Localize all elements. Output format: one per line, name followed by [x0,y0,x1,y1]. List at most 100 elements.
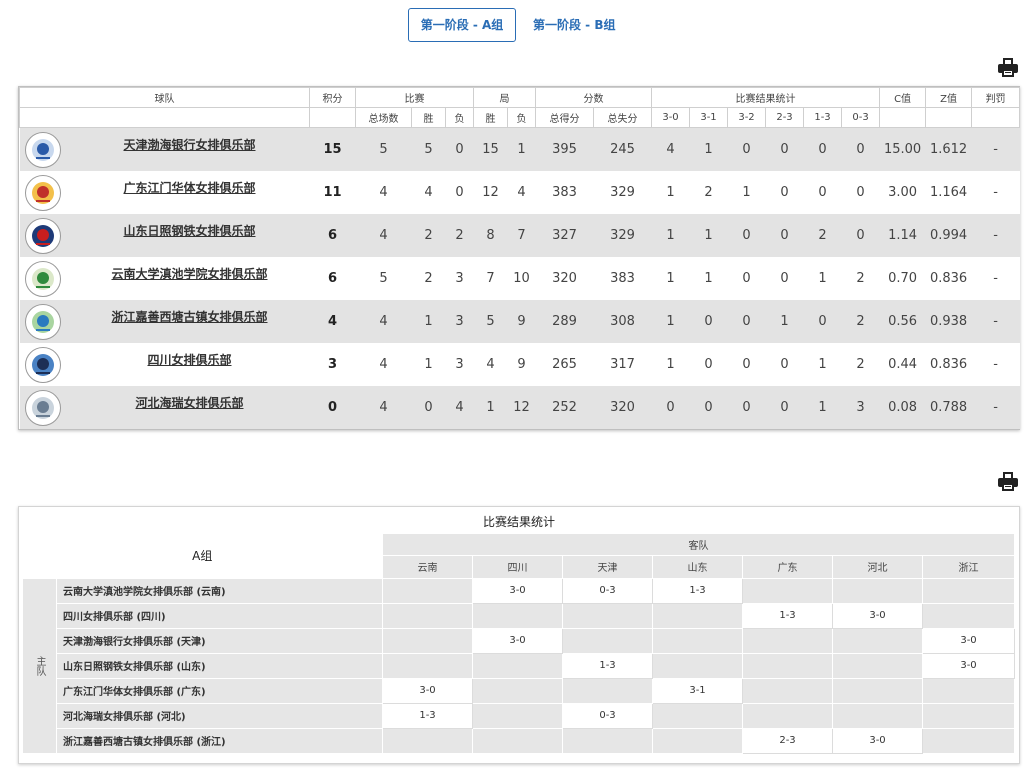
team-cell: 河北海瑞女排俱乐部 [19,386,310,429]
team-name-link[interactable]: 山东日照钢铁女排俱乐部 [70,222,310,239]
matrix-result-cell: 1-3 [652,577,743,604]
stat-r31: 0 [689,300,728,343]
stat-played: 5 [355,257,412,300]
stat-r23: 1 [765,300,804,343]
matrix-result-cell: 3-0 [922,652,1015,679]
stat-r03: 0 [841,127,880,171]
stat-r03: 0 [841,214,880,257]
matrix-row-label: 天津渤海银行女排俱乐部 (天津) [56,627,383,654]
stat-pf: 383 [535,171,594,214]
stat-r13: 0 [803,300,842,343]
subheader-11: 1-3 [803,107,842,128]
tab-group-b[interactable]: 第一阶段 - B组 [516,8,632,42]
team-name-link[interactable]: 河北海瑞女排俱乐部 [70,394,310,411]
stat-r23: 0 [765,127,804,171]
print-icon[interactable] [998,472,1018,492]
stage-tabs: 第一阶段 - A组 第一阶段 - B组 [408,8,632,42]
matrix-result-cell [742,577,833,604]
stat-sl: 9 [507,300,536,343]
stat-pa: 329 [593,214,652,257]
subheader-1: 胜 [411,107,446,128]
subheader-blank [19,107,310,128]
stat-r32: 0 [727,214,766,257]
stat-r32: 0 [727,386,766,429]
stat-sw: 7 [473,257,508,300]
matrix-result-cell: 3-0 [472,627,563,654]
stat-w: 1 [411,300,446,343]
stat-r31: 2 [689,171,728,214]
stat-r13: 0 [803,127,842,171]
subheader-12: 0-3 [840,107,881,128]
matrix-result-cell [832,677,923,704]
team-cell: 山东日照钢铁女排俱乐部 [19,214,310,257]
matrix-away-header: 客队 [382,532,1015,557]
stat-pts: 11 [309,171,356,214]
team-logo-icon [24,175,61,211]
stat-pen: - [971,300,1020,343]
stat-z: 0.788 [925,386,972,429]
matrix-result-cell: 0-3 [562,577,653,604]
stat-z: 0.836 [925,257,972,300]
matrix-result-cell: 3-0 [832,727,923,754]
matrix-row-label: 四川女排俱乐部 (四川) [56,602,383,629]
matrix-result-cell [652,652,743,679]
matrix-result-cell [382,577,473,604]
matrix-col-header: 云南 [382,555,473,579]
stat-r03: 3 [841,386,880,429]
team-cell: 四川女排俱乐部 [19,343,310,386]
stat-played: 4 [355,171,412,214]
stat-z: 1.164 [925,171,972,214]
matrix-result-cell: 3-0 [382,677,473,704]
subheader-blank [309,107,356,128]
stat-pf: 289 [535,300,594,343]
stat-pen: - [971,343,1020,386]
matrix-result-cell [562,727,653,754]
subheader-9: 3-2 [727,107,766,128]
tab-group-a[interactable]: 第一阶段 - A组 [408,8,516,42]
matrix-result-cell [832,702,923,729]
team-logo-icon [24,132,61,168]
stat-w: 5 [411,127,446,171]
stat-played: 4 [355,386,412,429]
matrix-result-cell [742,652,833,679]
matrix-result-cell [652,602,743,629]
stat-c: 0.44 [879,343,926,386]
team-name-link[interactable]: 四川女排俱乐部 [70,351,310,368]
stat-pts: 15 [309,127,356,171]
matrix-result-cell [652,702,743,729]
stat-sl: 9 [507,343,536,386]
matrix-result-cell [742,677,833,704]
subheader-blank [971,107,1021,128]
matrix-col-header: 河北 [832,555,923,579]
header-team: 球队 [19,87,310,108]
print-icon[interactable] [998,58,1018,78]
stat-r30: 1 [651,343,690,386]
stat-r32: 1 [727,171,766,214]
stat-pts: 4 [309,300,356,343]
matrix-row-label: 云南大学滇池学院女排俱乐部 (云南) [56,577,383,604]
team-name-link[interactable]: 浙江嘉善西塘古镇女排俱乐部 [70,308,310,325]
team-logo-icon [24,347,61,383]
subheader-8: 3-1 [689,107,728,128]
subheader-2: 负 [445,107,474,128]
matrix-result-cell [742,627,833,654]
stat-r03: 2 [841,300,880,343]
stat-r30: 4 [651,127,690,171]
header-penalty: 判罚 [971,87,1021,108]
team-cell: 浙江嘉善西塘古镇女排俱乐部 [19,300,310,343]
matrix-row: 主队 云南大学滇池学院女排俱乐部 (云南) 3-0 0-3 1-3 [22,577,1015,754]
matrix-result-cell: 1-3 [742,602,833,629]
stat-sw: 5 [473,300,508,343]
team-name-link[interactable]: 广东江门华体女排俱乐部 [70,179,310,196]
stat-played: 5 [355,127,412,171]
team-name-link[interactable]: 天津渤海银行女排俱乐部 [70,136,310,153]
stat-sl: 4 [507,171,536,214]
stat-z: 0.994 [925,214,972,257]
stat-pen: - [971,214,1020,257]
team-name-link[interactable]: 云南大学滇池学院女排俱乐部 [70,265,310,282]
stat-played: 4 [355,214,412,257]
standings-row: 山东日照钢铁女排俱乐部 6 4 2 2 8 7 327 329 1 1 0 0 2 0 1.14 0.994- [19,214,1020,257]
subheader-0: 总场数 [355,107,412,128]
matrix-result-cell: 3-0 [922,627,1015,654]
stat-r30: 1 [651,214,690,257]
